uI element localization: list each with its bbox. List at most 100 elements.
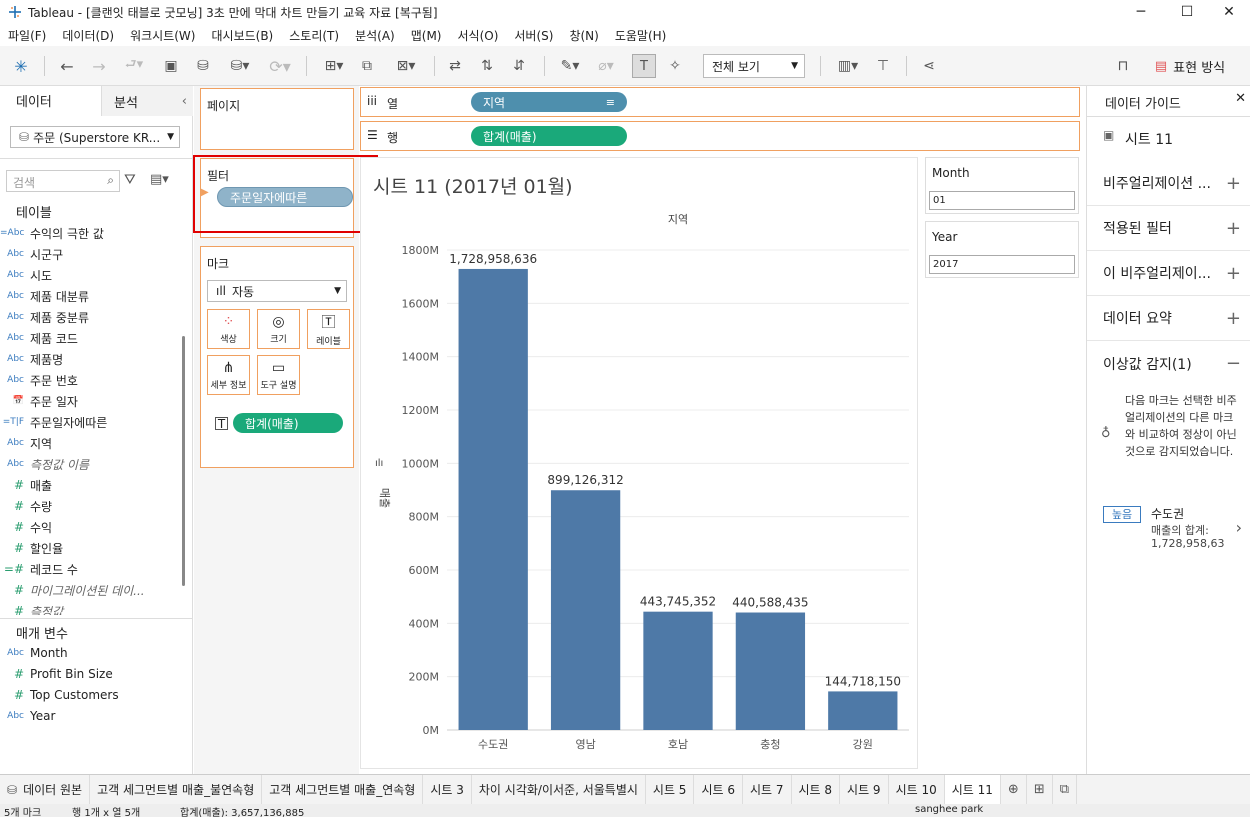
bar[interactable]: [735, 612, 806, 730]
sheet-tab[interactable]: 고객 세그먼트별 매출_연속형: [262, 774, 424, 805]
guide-section-about[interactable]: 이 비주얼리제이... +: [1087, 251, 1250, 296]
parameter-item[interactable]: Abc Year: [0, 706, 182, 726]
menu-item[interactable]: 대시보드(B): [203, 27, 281, 44]
field-item[interactable]: # 할인율: [0, 538, 182, 558]
show-mark-labels-icon[interactable]: T: [632, 54, 656, 78]
undo-icon[interactable]: ←: [56, 54, 78, 78]
month-parameter-input[interactable]: 01: [929, 191, 1075, 210]
field-item[interactable]: =Abc 수익의 극한 값: [0, 223, 182, 243]
outlier-item-title[interactable]: 수도권: [1151, 505, 1184, 522]
close-icon[interactable]: ✕: [1235, 91, 1246, 106]
replay-icon[interactable]: ⮐▾: [118, 54, 150, 78]
field-item[interactable]: Abc 시도: [0, 265, 182, 285]
sheet-tab[interactable]: 시트 5: [646, 774, 695, 805]
parameter-item[interactable]: # Profit Bin Size: [0, 664, 182, 684]
tableau-home-icon[interactable]: ✳: [10, 54, 32, 78]
save-icon[interactable]: ▣: [160, 54, 182, 78]
tab-datasource[interactable]: ⛁ 데이터 원본: [0, 774, 91, 805]
detail-button[interactable]: ⋔ 세부 정보: [207, 355, 250, 395]
field-item[interactable]: =# 레코드 수: [0, 559, 182, 579]
group-members-icon[interactable]: ⌀▾: [590, 54, 622, 78]
bar[interactable]: [550, 490, 621, 730]
guide-section-summary[interactable]: 데이터 요약 +: [1087, 296, 1250, 341]
filter-icon[interactable]: ⛛: [124, 172, 136, 188]
menu-item[interactable]: 분석(A): [347, 27, 403, 44]
minimize-icon[interactable]: ─: [1118, 0, 1164, 24]
parameter-item[interactable]: # Top Customers: [0, 685, 182, 705]
menu-item[interactable]: 데이터(D): [54, 27, 122, 44]
fix-axes-icon[interactable]: ✧: [664, 54, 686, 78]
menu-item[interactable]: 워크시트(W): [122, 27, 203, 44]
field-item[interactable]: # 매출: [0, 475, 182, 495]
show-hide-cards-icon[interactable]: ▥▾: [830, 54, 866, 78]
field-item[interactable]: 📅 주문 일자: [0, 391, 182, 411]
datasource-select[interactable]: ⛁ 주문 (Superstore KR... ▼: [10, 126, 180, 148]
menu-item[interactable]: 파일(F): [0, 27, 54, 44]
tab-data[interactable]: 데이터: [0, 86, 101, 116]
guide-section-viz[interactable]: 비주얼리제이션 ... +: [1087, 161, 1250, 206]
columns-shelf[interactable]: iii 열 지역 ≡: [360, 87, 1080, 117]
sheet-tab[interactable]: 시트 7: [743, 774, 792, 805]
view-fit-select[interactable]: 전체 보기 ▼: [703, 54, 805, 78]
field-item[interactable]: Abc 제품 중분류: [0, 307, 182, 327]
field-item[interactable]: Abc 측정값 이름: [0, 454, 182, 474]
sheet-tab[interactable]: 시트 9: [840, 774, 889, 805]
new-worksheet-icon[interactable]: ⊕: [1001, 774, 1027, 805]
sort-ascending-icon[interactable]: ⇅: [476, 54, 498, 78]
swap-rows-columns-icon[interactable]: ⇄: [444, 54, 466, 78]
sheet-tab[interactable]: 시트 6: [694, 774, 743, 805]
field-item[interactable]: Abc 시군구: [0, 244, 182, 264]
mark-label-pill[interactable]: 합계(매출): [233, 413, 343, 433]
color-button[interactable]: ⁘ 색상: [207, 309, 250, 349]
mark-type-select[interactable]: ıll 자동 ▼: [207, 280, 347, 302]
refresh-icon[interactable]: ⟳▾: [262, 54, 298, 78]
clear-sheet-icon[interactable]: ⊠▾: [388, 54, 424, 78]
new-dashboard-icon[interactable]: ⊞: [1027, 774, 1053, 805]
sheet-tab[interactable]: 시트 3: [423, 774, 472, 805]
tooltip-button[interactable]: ▭ 도구 설명: [257, 355, 300, 395]
field-search-input[interactable]: 검색 ⌕: [6, 170, 120, 192]
guide-section-outliers[interactable]: 이상값 감지(1) −: [1087, 341, 1250, 386]
field-item[interactable]: # 수익: [0, 517, 182, 537]
datasource-menu-icon[interactable]: ⛁▾: [222, 54, 258, 78]
field-item[interactable]: Abc 제품 코드: [0, 328, 182, 348]
label-button[interactable]: 🅃 레이블: [307, 309, 350, 349]
guide-section-filters[interactable]: 적용된 필터 +: [1087, 206, 1250, 251]
field-item[interactable]: # 마이그레이션된 데이...: [0, 580, 182, 600]
chevron-right-icon[interactable]: ›: [1236, 518, 1242, 537]
scrollbar[interactable]: [182, 336, 185, 586]
new-datasource-icon[interactable]: ⛁: [192, 54, 214, 78]
redo-icon[interactable]: →: [88, 54, 110, 78]
menu-item[interactable]: 서식(O): [450, 27, 507, 44]
menu-item[interactable]: 창(N): [561, 27, 606, 44]
paint-format-icon[interactable]: ⊓: [1112, 54, 1134, 78]
rows-shelf[interactable]: ☰ 행 합계(매출): [360, 121, 1080, 151]
presentation-mode-icon[interactable]: ⊤: [872, 54, 894, 78]
field-item[interactable]: # 측정값: [0, 601, 182, 615]
sort-descending-icon[interactable]: ⇵: [508, 54, 530, 78]
parameter-item[interactable]: Abc Month: [0, 643, 182, 663]
new-worksheet-icon[interactable]: ⊞▾: [316, 54, 352, 78]
sheet-tab[interactable]: 시트 11: [944, 774, 1001, 805]
field-item[interactable]: Abc 제품 대분류: [0, 286, 182, 306]
show-me-button[interactable]: ▤ 표현 방식: [1148, 54, 1232, 78]
sheet-tab[interactable]: 시트 8: [792, 774, 841, 805]
menu-item[interactable]: 맵(M): [403, 27, 450, 44]
share-icon[interactable]: ⋖: [918, 54, 940, 78]
field-item[interactable]: # 수량: [0, 496, 182, 516]
menu-item[interactable]: 서버(S): [506, 27, 561, 44]
new-story-icon[interactable]: ⧉: [1053, 774, 1078, 805]
field-item[interactable]: Abc 제품명: [0, 349, 182, 369]
columns-pill[interactable]: 지역 ≡: [471, 92, 627, 112]
menu-item[interactable]: 스토리(T): [281, 27, 347, 44]
menu-item[interactable]: 도움말(H): [607, 27, 675, 44]
field-item[interactable]: =T|F 주문일자에따른: [0, 412, 182, 432]
sheet-tab[interactable]: 차이 시각화/이서준, 서울특별시: [472, 774, 646, 805]
view-options-icon[interactable]: ▤▾: [150, 172, 169, 187]
tab-analysis[interactable]: 분석 ‹: [101, 86, 193, 116]
bar[interactable]: [458, 268, 528, 730]
bar[interactable]: [643, 611, 713, 730]
close-icon[interactable]: ✕: [1206, 0, 1250, 24]
year-parameter-input[interactable]: 2017: [929, 255, 1075, 274]
rows-pill[interactable]: 합계(매출): [471, 126, 627, 146]
